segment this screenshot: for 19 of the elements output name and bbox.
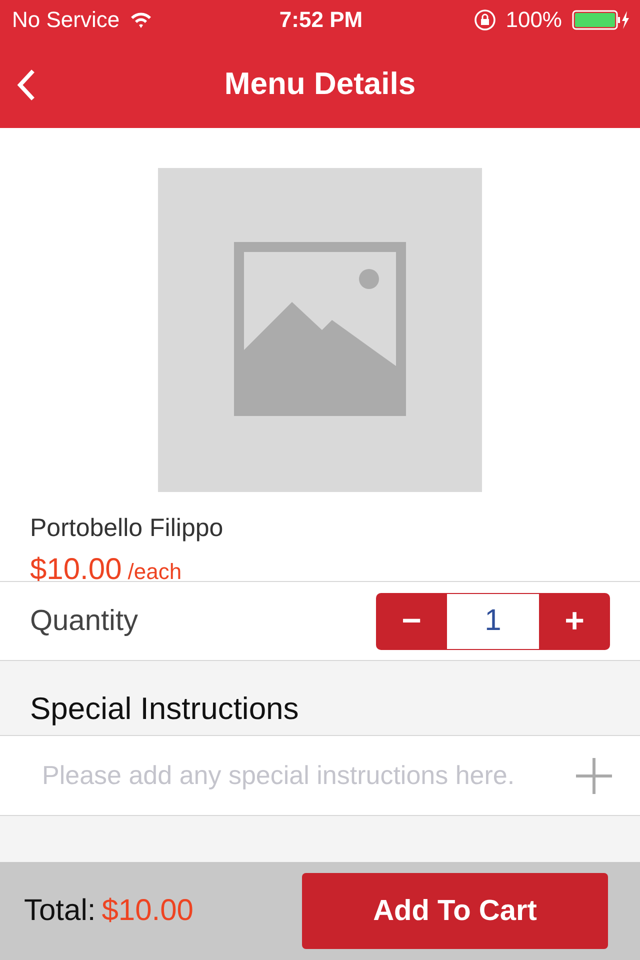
decrease-button[interactable]: − (376, 592, 447, 650)
increase-button[interactable]: + (539, 592, 610, 650)
quantity-field[interactable]: 1 (447, 592, 539, 650)
page-title: Menu Details (224, 66, 416, 102)
total-amount: $10.00 (102, 894, 194, 928)
clock-time: 7:52 PM (279, 7, 363, 33)
item-price: $10.00 (30, 553, 122, 587)
battery-percent: 100% (506, 7, 562, 33)
item-name: Portobello Filippo (30, 514, 224, 543)
image-placeholder-icon (158, 168, 482, 492)
rotation-lock-icon (474, 9, 496, 31)
price-unit: /each (128, 559, 182, 585)
section-title: Special Instructions (30, 691, 299, 727)
add-to-cart-button[interactable]: Add To Cart (302, 873, 608, 949)
carrier-label: No Service (12, 7, 120, 33)
quantity-label: Quantity (30, 604, 138, 638)
total-label: Total: (24, 894, 96, 928)
wifi-icon (130, 11, 152, 29)
battery-charging-icon (572, 10, 630, 30)
